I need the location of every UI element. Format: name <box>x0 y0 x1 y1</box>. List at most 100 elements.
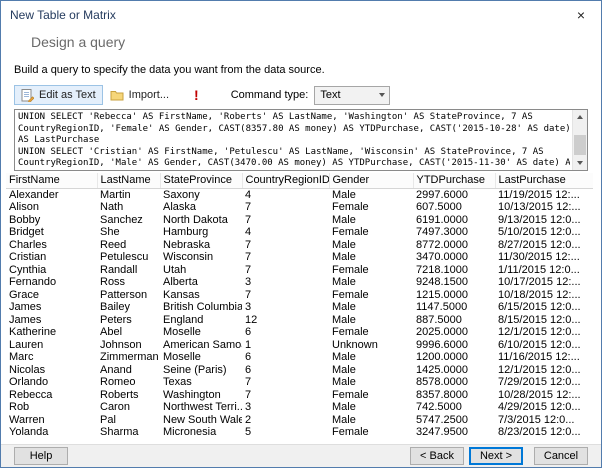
table-cell: Warren <box>9 413 45 426</box>
table-cell: 9248.1500 <box>416 276 468 288</box>
table-cell: Male <box>332 313 356 326</box>
table-row[interactable]: Warren Pal New South Wales 2 Male 5747.2500 7/… <box>6 414 593 427</box>
table-row[interactable]: Yolanda Sharma Micronesia 5 Female 3247.9500 8… <box>6 426 593 439</box>
table-cell: 4 <box>245 188 252 201</box>
table-cell: 5 <box>245 426 252 438</box>
table-cell: Wisconsin <box>163 251 214 263</box>
table-cell: 12 <box>245 313 258 326</box>
table-cell: 7 <box>245 251 252 263</box>
titlebar[interactable]: New Table or Matrix × <box>1 1 601 28</box>
edit-as-text-label: Edit as Text <box>39 89 96 101</box>
query-line: AS LastPurchase <box>18 135 100 145</box>
table-cell: Fernando <box>9 276 57 288</box>
query-results-grid: FirstName LastName StateProvince CountryReg… <box>6 173 593 444</box>
table-row[interactable]: Bobby Sanchez North Dakota 7 Male 6191.0000 9/… <box>6 214 593 227</box>
query-text-editor[interactable]: UNION SELECT 'Rebecca' AS FirstName, 'Ro… <box>14 109 588 171</box>
table-row[interactable]: Alexander Martin Saxony 4 Male 2997.6000 11/19… <box>6 188 593 201</box>
table-cell: 4/29/2015 12:0... <box>498 401 581 413</box>
table-row[interactable]: Lauren Johnson American Samoa 1 Unknown 9996.… <box>6 339 593 352</box>
import-icon <box>110 89 124 101</box>
table-cell: 7218.1000 <box>416 263 468 276</box>
table-cell: 6 <box>245 363 252 376</box>
column-header[interactable]: StateProvince <box>160 173 243 189</box>
table-row[interactable]: James Bailey British Columbia 3 Male 1147.500… <box>6 301 593 314</box>
table-cell: Moselle <box>163 326 201 338</box>
edit-as-text-button[interactable]: Edit as Text <box>14 85 103 105</box>
table-cell: 7497.3000 <box>416 226 468 238</box>
scroll-down-icon[interactable] <box>573 156 587 170</box>
table-cell: 6191.0000 <box>416 213 468 226</box>
table-row[interactable]: James Peters England 12 Male 887.5000 8/15/201… <box>6 314 593 327</box>
table-cell: 8/27/2015 12:0... <box>498 238 581 251</box>
table-cell: 2997.6000 <box>416 188 468 201</box>
table-row[interactable]: Grace Patterson Kansas 7 Female 1215.0000 10/1… <box>6 289 593 302</box>
table-cell: 9996.6000 <box>416 338 468 351</box>
table-cell: Bridget <box>9 226 44 238</box>
table-row[interactable]: Cristian Petulescu Wisconsin 7 Male 3470.0000… <box>6 251 593 264</box>
query-line: CountryRegionID, 'Female' AS Gender, CAS… <box>18 123 570 134</box>
column-header[interactable]: LastPurchase <box>495 173 593 189</box>
column-header[interactable]: LastName <box>97 173 161 189</box>
table-cell: Bobby <box>9 213 41 226</box>
table-cell: 2 <box>245 413 252 426</box>
import-button[interactable]: Import... <box>103 85 176 105</box>
query-line: CountryRegionID, 'Male' AS Gender, CAST(… <box>18 158 570 168</box>
table-row[interactable]: Rebecca Roberts Washington 7 Female 8357.8000… <box>6 389 593 402</box>
edit-as-text-icon <box>21 88 34 102</box>
window-title: New Table or Matrix <box>10 7 116 22</box>
table-cell: Marc <box>9 351 34 363</box>
table-cell: 3247.9500 <box>416 426 468 438</box>
table-cell: 6 <box>245 326 252 338</box>
next-button[interactable]: Next > <box>469 447 523 465</box>
table-row[interactable]: Marc Zimmerman Moselle 6 Male 1200.0000 11/16/… <box>6 351 593 364</box>
table-row[interactable]: Nicolas Anand Seine (Paris) 6 Male 1425.0000 1… <box>6 364 593 377</box>
column-header[interactable]: Gender <box>329 173 414 189</box>
table-row[interactable]: Orlando Romeo Texas 7 Male 8578.0000 7/29/2015… <box>6 376 593 389</box>
table-cell: 6/10/2015 12:0... <box>498 338 581 351</box>
scroll-up-icon[interactable] <box>573 110 587 124</box>
table-row[interactable]: Rob Caron Northwest Terri... 3 Male 742.5000 4… <box>6 401 593 414</box>
table-row[interactable]: Alison Nath Alaska 7 Female 607.5000 10/13/201… <box>6 201 593 214</box>
table-cell: Alaska <box>163 201 197 213</box>
table-cell: Randall <box>100 263 138 276</box>
table-cell: Abel <box>100 326 123 338</box>
table-cell: Male <box>332 251 356 263</box>
table-cell: Patterson <box>100 288 148 301</box>
table-cell: 1/11/2015 12:0... <box>498 263 580 276</box>
cancel-button[interactable]: Cancel <box>534 447 588 465</box>
table-row[interactable]: Charles Reed Nebraska 7 Male 8772.0000 8/27/20… <box>6 239 593 252</box>
scrollbar-thumb[interactable] <box>574 135 586 155</box>
table-cell: 11/19/2015 12:... <box>498 188 580 201</box>
table-cell: 1 <box>245 338 252 351</box>
run-query-icon[interactable]: ! <box>188 88 205 102</box>
table-row[interactable]: Bridget She Hamburg 4 Female 7497.3000 5/10/20… <box>6 226 593 239</box>
table-row[interactable]: Fernando Ross Alberta 3 Male 9248.1500 10/17/2… <box>6 276 593 289</box>
table-cell: Washington <box>163 388 221 401</box>
column-header[interactable]: YTDPurchase <box>413 173 496 189</box>
table-cell: Hamburg <box>163 226 209 238</box>
table-row[interactable]: Cynthia Randall Utah 7 Female 7218.1000 1/11/2… <box>6 264 593 277</box>
table-cell: Peters <box>100 313 132 326</box>
table-cell: Charles <box>9 238 47 251</box>
table-cell: Alison <box>9 201 39 213</box>
dialog-footer: Help < Back Next > Cancel <box>1 444 601 467</box>
table-cell: 4 <box>245 226 252 238</box>
help-button[interactable]: Help <box>14 447 68 465</box>
table-row[interactable]: Katherine Abel Moselle 6 Female 2025.0000 12/1… <box>6 326 593 339</box>
column-header[interactable]: FirstName <box>6 173 98 189</box>
column-header[interactable]: CountryRegionID <box>242 173 330 189</box>
chevron-down-icon <box>374 87 389 104</box>
table-cell: Moselle <box>163 351 201 363</box>
table-cell: Female <box>332 226 369 238</box>
table-cell: 5/10/2015 12:0... <box>498 226 581 238</box>
table-cell: Seine (Paris) <box>163 363 227 376</box>
query-scrollbar[interactable] <box>572 110 587 170</box>
close-icon[interactable]: × <box>561 1 601 28</box>
table-cell: Katherine <box>9 326 57 338</box>
table-cell: 742.5000 <box>416 401 462 413</box>
table-cell: Martin <box>100 188 131 201</box>
table-cell: 8/23/2015 12:0... <box>498 426 581 438</box>
table-cell: Orlando <box>9 376 49 388</box>
back-button[interactable]: < Back <box>410 447 464 465</box>
command-type-select[interactable]: Text <box>314 85 391 105</box>
